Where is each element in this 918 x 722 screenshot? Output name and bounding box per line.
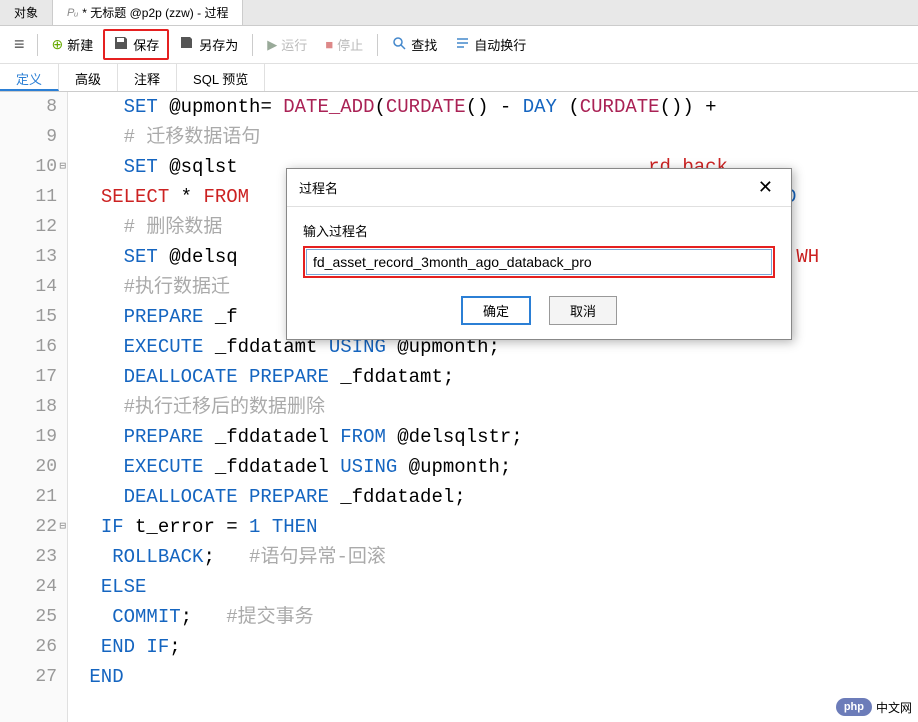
code-line[interactable]: COMMIT; #提交事务 — [78, 602, 918, 632]
save-label: 保存 — [133, 35, 159, 54]
code-line[interactable]: #执行迁移后的数据删除 — [78, 392, 918, 422]
dialog-input-highlight — [303, 246, 775, 278]
line-number: 22⊟ — [0, 512, 57, 542]
fold-toggle-icon[interactable]: ⊟ — [59, 512, 66, 542]
plus-circle-icon: ⊕ — [52, 36, 64, 53]
watermark: php 中文网 — [836, 698, 912, 716]
cancel-button[interactable]: 取消 — [549, 296, 617, 325]
line-number: 11 — [0, 182, 57, 212]
separator — [377, 34, 378, 56]
dialog-titlebar: 过程名 ✕ — [287, 169, 791, 207]
play-icon: ▶ — [267, 37, 277, 53]
new-button[interactable]: ⊕ 新建 — [44, 31, 102, 58]
line-number: 12 — [0, 212, 57, 242]
tab-current-file[interactable]: Pᵤ * 无标题 @p2p (zzw) - 过程 — [53, 0, 243, 25]
dialog-body: 输入过程名 — [287, 207, 791, 288]
dialog-button-row: 确定 取消 — [287, 288, 791, 339]
save-as-button[interactable]: 另存为 — [171, 31, 246, 58]
sub-tab-bar: 定义 高级 注释 SQL 预览 — [0, 64, 918, 92]
code-line[interactable]: DEALLOCATE PREPARE _fddatadel; — [78, 482, 918, 512]
line-number-gutter: 8910⊟111213141516171819202122⊟2324252627 — [0, 92, 68, 722]
line-number: 8 — [0, 92, 57, 122]
new-label: 新建 — [67, 35, 93, 54]
save-as-label: 另存为 — [199, 35, 238, 54]
separator — [37, 34, 38, 56]
line-number: 23 — [0, 542, 57, 572]
run-label: 运行 — [281, 35, 307, 54]
line-number: 15 — [0, 302, 57, 332]
ok-button[interactable]: 确定 — [461, 296, 531, 325]
fold-toggle-icon[interactable]: ⊟ — [59, 152, 66, 182]
run-button[interactable]: ▶ 运行 — [259, 31, 315, 58]
tab-definition[interactable]: 定义 — [0, 64, 59, 91]
procedure-name-dialog: 过程名 ✕ 输入过程名 确定 取消 — [286, 168, 792, 340]
tab-comment[interactable]: 注释 — [118, 64, 177, 91]
line-number: 9 — [0, 122, 57, 152]
find-button[interactable]: 查找 — [384, 31, 445, 58]
code-line[interactable]: DEALLOCATE PREPARE _fddatamt; — [78, 362, 918, 392]
line-number: 19 — [0, 422, 57, 452]
dialog-input-label: 输入过程名 — [303, 221, 775, 240]
tab-objects[interactable]: 对象 — [0, 0, 53, 25]
line-number: 14 — [0, 272, 57, 302]
tab-sql-preview[interactable]: SQL 预览 — [177, 64, 265, 91]
save-as-icon — [179, 35, 195, 54]
line-number: 13 — [0, 242, 57, 272]
find-label: 查找 — [411, 35, 437, 54]
line-number: 18 — [0, 392, 57, 422]
line-number: 24 — [0, 572, 57, 602]
line-number: 17 — [0, 362, 57, 392]
code-line[interactable]: IF t_error = 1 THEN — [78, 512, 918, 542]
line-number: 25 — [0, 602, 57, 632]
code-line[interactable]: EXECUTE _fddatadel USING @upmonth; — [78, 452, 918, 482]
tab-advanced[interactable]: 高级 — [59, 64, 118, 91]
code-line[interactable]: END IF; — [78, 632, 918, 662]
line-number: 27 — [0, 662, 57, 692]
code-line[interactable]: ROLLBACK; #语句异常-回滚 — [78, 542, 918, 572]
top-tab-bar: 对象 Pᵤ * 无标题 @p2p (zzw) - 过程 — [0, 0, 918, 26]
php-badge-icon: php — [836, 698, 872, 716]
code-line[interactable]: PREPARE _fddatadel FROM @delsqlstr; — [78, 422, 918, 452]
code-line[interactable]: SET @upmonth= DATE_ADD(CURDATE() - DAY (… — [78, 92, 918, 122]
magnifier-icon — [392, 36, 407, 54]
dialog-title-text: 过程名 — [299, 178, 338, 197]
tab-current-label: * 无标题 @p2p (zzw) - 过程 — [82, 4, 228, 21]
line-number: 10⊟ — [0, 152, 57, 182]
wrap-label: 自动换行 — [474, 35, 526, 54]
line-number: 21 — [0, 482, 57, 512]
code-line[interactable]: ELSE — [78, 572, 918, 602]
watermark-text: 中文网 — [876, 699, 912, 716]
code-line[interactable]: END — [78, 662, 918, 692]
stop-label: 停止 — [337, 35, 363, 54]
procedure-name-input[interactable] — [306, 249, 772, 275]
separator — [252, 34, 253, 56]
close-icon[interactable]: ✕ — [752, 177, 779, 198]
stop-button[interactable]: ■ 停止 — [317, 31, 371, 58]
code-line[interactable]: # 迁移数据语句 — [78, 122, 918, 152]
line-number: 16 — [0, 332, 57, 362]
toolbar: ≡ ⊕ 新建 保存 另存为 ▶ 运行 ■ 停止 查找 — [0, 26, 918, 64]
wrap-icon — [455, 36, 470, 54]
line-number: 20 — [0, 452, 57, 482]
line-number: 26 — [0, 632, 57, 662]
save-button[interactable]: 保存 — [103, 29, 169, 60]
stop-icon: ■ — [325, 37, 333, 52]
hamburger-menu-icon[interactable]: ≡ — [8, 34, 31, 55]
floppy-disk-icon — [113, 35, 129, 54]
tab-objects-label: 对象 — [14, 4, 38, 21]
procedure-icon: Pᵤ — [67, 7, 78, 19]
wrap-button[interactable]: 自动换行 — [447, 31, 534, 58]
